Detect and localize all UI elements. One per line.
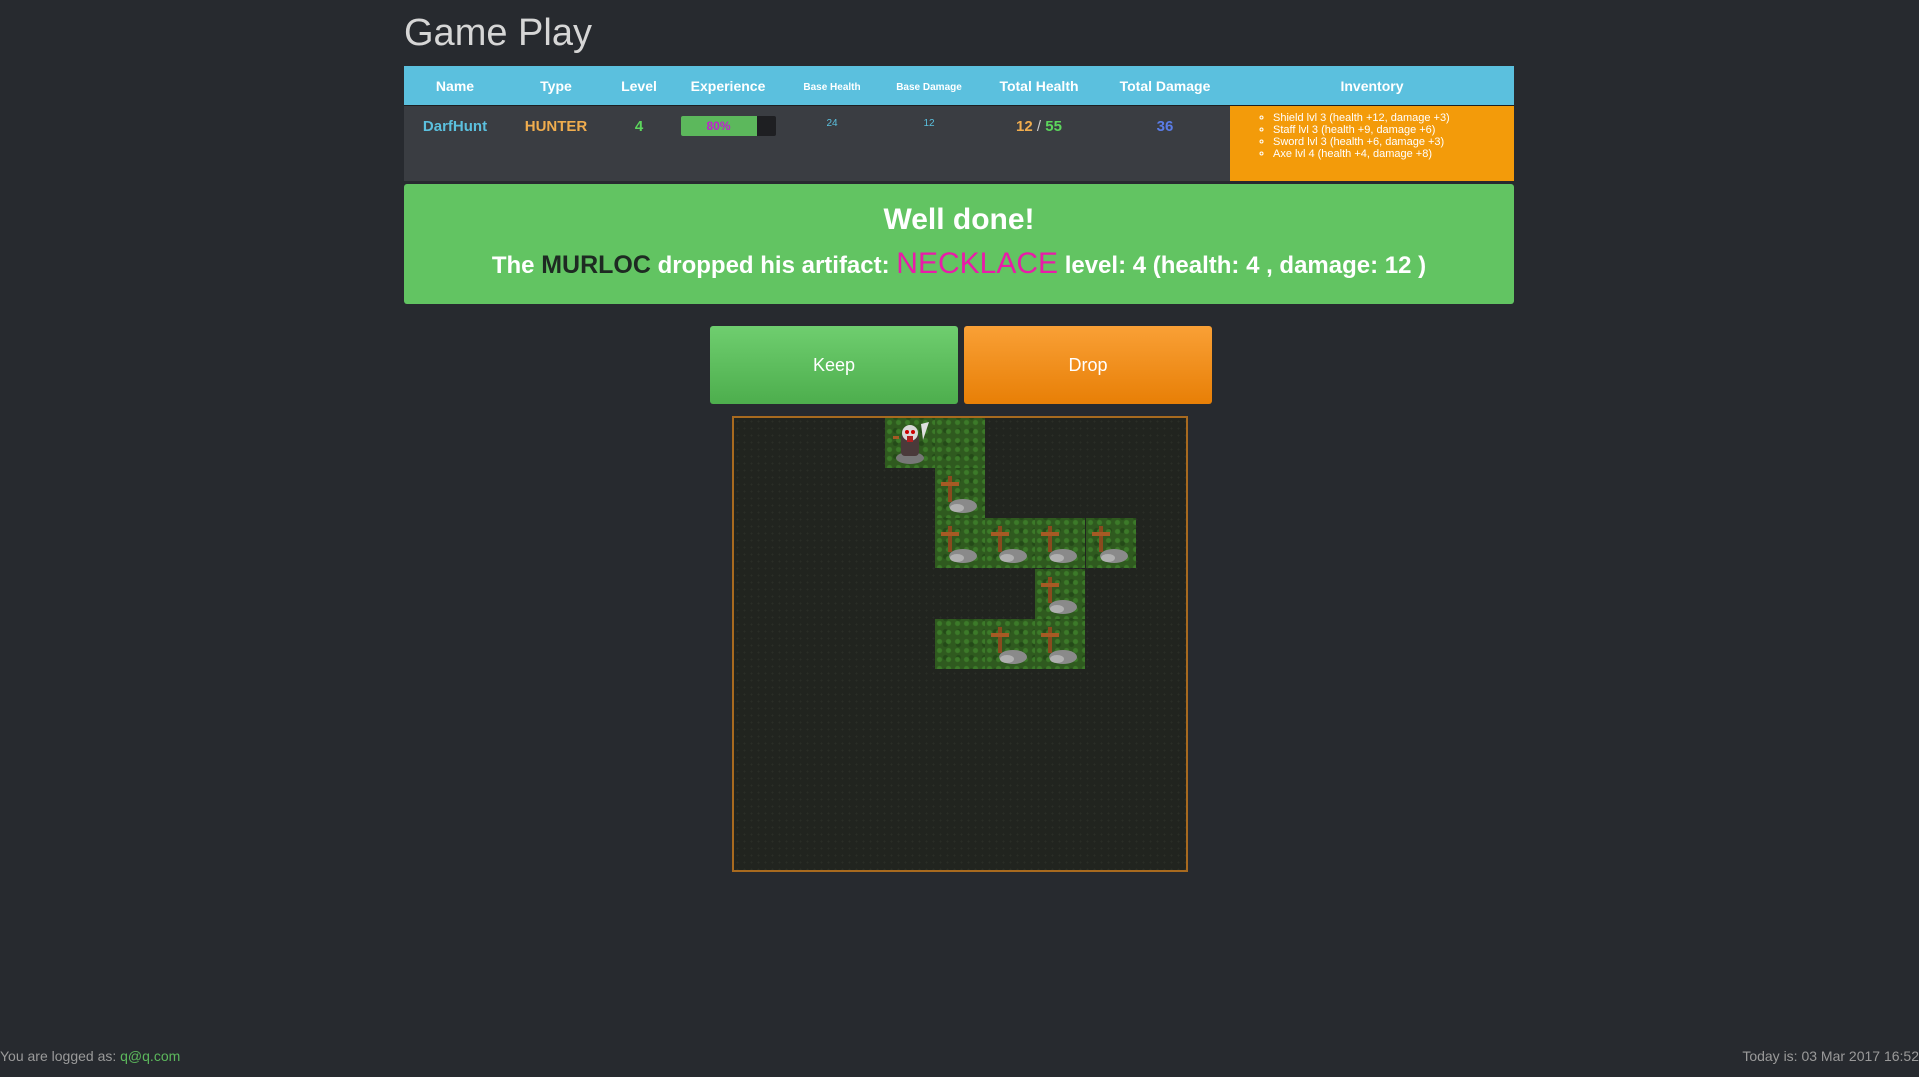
inventory-item: Staff lvl 3 (health +9, damage +6)	[1273, 124, 1514, 136]
drop-button[interactable]: Drop	[964, 326, 1212, 404]
header-type: Type	[506, 66, 606, 106]
keep-button[interactable]: Keep	[710, 326, 958, 404]
header-name: Name	[404, 66, 506, 106]
total-health-value: 12 / 55	[978, 105, 1100, 181]
user-link[interactable]: q@q.com	[120, 1048, 180, 1064]
inventory-item: Sword lvl 3 (health +6, damage +3)	[1273, 136, 1514, 148]
player-row: DarfHunt HUNTER 4 80% 24 12 12 / 55 36 S…	[404, 105, 1514, 181]
login-status: You are logged as: q@q.com	[0, 1048, 180, 1064]
experience-bar: 80%	[680, 115, 776, 136]
grave-icon	[991, 526, 1028, 564]
header-experience: Experience	[672, 66, 784, 106]
inventory-item: Shield lvl 3 (health +12, damage +3)	[1273, 112, 1514, 124]
header-base-health: Base Health	[784, 66, 880, 106]
player-type: HUNTER	[506, 105, 606, 181]
grave-icon	[991, 626, 1028, 664]
board-tile-grave[interactable]	[985, 518, 1036, 569]
artifact-drop-alert: Well done! The MURLOC dropped his artifa…	[404, 184, 1514, 304]
player-level: 4	[606, 105, 672, 181]
board-tile-grave[interactable]	[1035, 518, 1086, 569]
board-tile-grave[interactable]	[1085, 518, 1136, 569]
header-total-damage: Total Damage	[1100, 66, 1230, 106]
base-health-value: 24	[784, 105, 880, 181]
board-tile-grave[interactable]	[1035, 618, 1086, 669]
logged-as-label: You are logged as:	[0, 1048, 117, 1064]
alert-message: The MURLOC dropped his artifact: NECKLAC…	[404, 248, 1514, 282]
game-board[interactable]	[732, 416, 1188, 872]
table-header-row: Name Type Level Experience Base Health B…	[404, 66, 1514, 106]
board-tile-grave[interactable]	[985, 618, 1036, 669]
grave-icon	[1041, 576, 1078, 614]
player-stats-table: Name Type Level Experience Base Health B…	[404, 66, 1514, 181]
board-tile-empty[interactable]	[934, 618, 985, 669]
health-separator: /	[1036, 118, 1042, 135]
grave-icon	[1041, 526, 1078, 564]
total-damage-value: 36	[1100, 105, 1230, 181]
experience-cell: 80%	[672, 105, 784, 181]
inventory-item: Axe lvl 4 (health +4, damage +8)	[1273, 148, 1514, 160]
header-level: Level	[606, 66, 672, 106]
header-base-damage: Base Damage	[880, 66, 978, 106]
grave-icon	[1091, 526, 1128, 564]
artifact-name: NECKLACE	[896, 247, 1059, 280]
alert-heading: Well done!	[883, 203, 1035, 236]
player-character-icon	[892, 422, 929, 464]
alert-middle: dropped his artifact:	[657, 252, 890, 279]
board-tile-player[interactable]	[884, 418, 935, 468]
health-current: 12	[1016, 118, 1033, 135]
board-tile-grave[interactable]	[934, 468, 985, 519]
inventory-list: Shield lvl 3 (health +12, damage +3) Sta…	[1230, 112, 1514, 160]
player-name: DarfHunt	[404, 105, 506, 181]
grave-icon	[940, 526, 977, 564]
base-damage-value: 12	[880, 105, 978, 181]
page-title: Game Play	[404, 12, 592, 54]
header-inventory: Inventory	[1230, 66, 1514, 106]
monster-name: MURLOC	[541, 251, 651, 279]
artifact-stats: level: 4 (health: 4 , damage: 12 )	[1064, 252, 1427, 279]
inventory-cell: Shield lvl 3 (health +12, damage +3) Sta…	[1230, 105, 1514, 181]
current-date: Today is: 03 Mar 2017 16:52	[1742, 1048, 1919, 1064]
alert-prefix: The	[491, 252, 535, 279]
grave-icon	[1041, 626, 1078, 664]
health-max: 55	[1045, 118, 1062, 135]
header-total-health: Total Health	[978, 66, 1100, 106]
grave-icon	[940, 476, 977, 514]
board-tile-grave[interactable]	[1035, 568, 1086, 619]
experience-fill: 80%	[680, 115, 757, 136]
board-tile-empty[interactable]	[934, 418, 985, 468]
board-tile-grave[interactable]	[934, 518, 985, 569]
